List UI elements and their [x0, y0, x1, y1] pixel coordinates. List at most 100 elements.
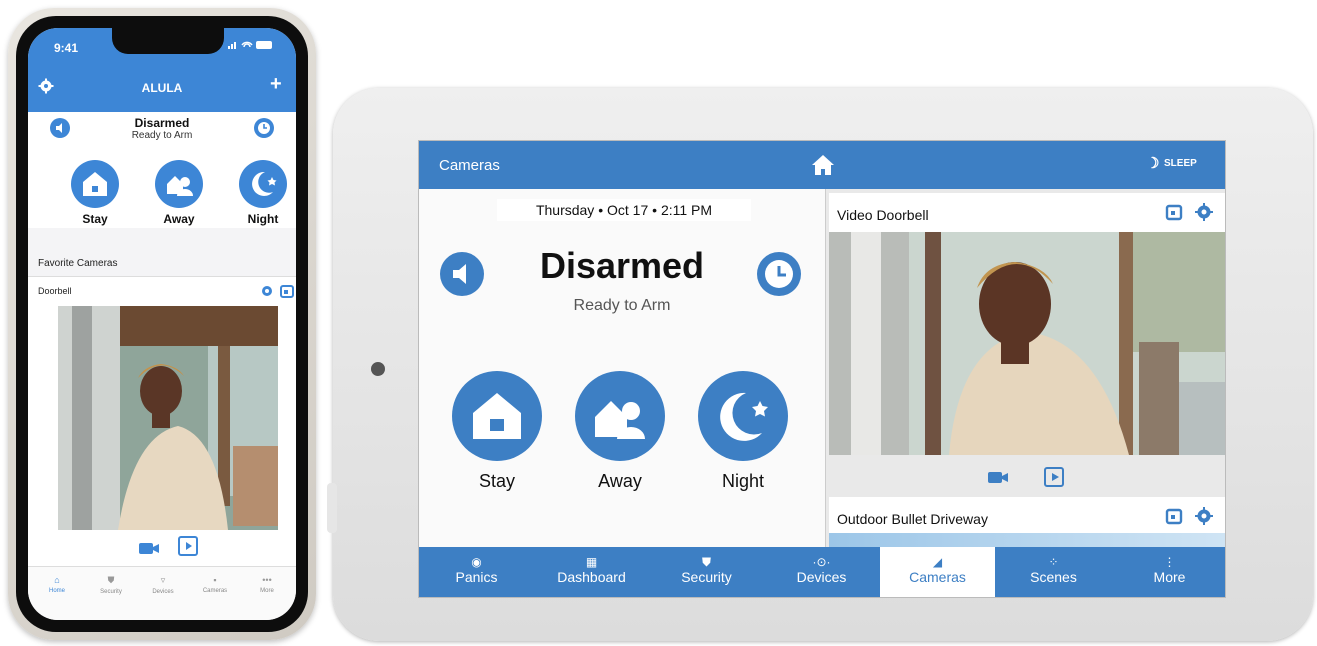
arm-substatus: Ready to Arm: [573, 297, 671, 314]
nav-security[interactable]: ⛊ Security: [649, 547, 764, 597]
away-users-icon: [595, 401, 645, 439]
device-icon: ▿: [160, 575, 166, 585]
nav-scenes-label: Scenes: [1030, 569, 1077, 585]
front-camera-lens: [371, 362, 385, 376]
more-dots-icon: •••: [262, 575, 272, 585]
date-clock: 2:11 PM: [660, 202, 713, 218]
home-icon[interactable]: [811, 153, 835, 177]
date-separator: •: [652, 202, 658, 218]
dashboard-icon: ▦: [585, 555, 598, 569]
camera-settings-gear-icon[interactable]: [1195, 203, 1213, 221]
camera-name: Outdoor Bullet Driveway: [837, 511, 988, 527]
moon-star-icon: [252, 171, 277, 196]
night-label: Night: [721, 471, 765, 491]
tablet-panel-device: Cameras ☽ SLEEP Thursday • Oct 17 • 2:11…: [327, 88, 1313, 641]
tab-security[interactable]: ⛊ Security: [88, 575, 134, 595]
night-mode-button[interactable]: [698, 371, 788, 461]
nav-devices-label: Devices: [796, 569, 847, 585]
tab-devices[interactable]: ▿ Devices: [140, 575, 186, 595]
smartphone-device: 9:41 ALULA + Disarmed Ready to Arm Stay …: [8, 8, 316, 640]
date-separator: •: [598, 202, 604, 218]
phone-arm-status: Disarmed: [134, 116, 190, 130]
arm-panel: [419, 189, 825, 547]
tab-security-label: Security: [100, 589, 122, 595]
phone-screen: 9:41 ALULA + Disarmed Ready to Arm Stay …: [28, 28, 296, 620]
shield-icon: ⛊: [107, 575, 115, 585]
phone-status-time: 9:41: [54, 41, 79, 55]
bottom-navigation: ◉ Panics ▦ Dashboard ⛊ Security ·⊙· Devices …: [419, 547, 1225, 597]
panic-icon: ◉: [471, 555, 482, 569]
camera-settings-gear-icon[interactable]: [1195, 507, 1213, 525]
arm-status: Disarmed: [539, 245, 705, 286]
home-icon: [83, 172, 107, 196]
shield-icon: ⛊: [701, 555, 711, 569]
stay-label: Stay: [478, 471, 516, 491]
home-icon: [473, 393, 521, 439]
calendar-icon[interactable]: [280, 284, 294, 298]
moon-icon[interactable]: ☽: [1146, 154, 1159, 172]
nav-devices[interactable]: ·⊙· Devices: [764, 547, 879, 597]
away-label: Away: [598, 471, 642, 491]
tab-more-label: More: [260, 588, 274, 594]
phone-notch: [112, 28, 224, 54]
tab-home-label: Home: [48, 588, 65, 594]
live-video-icon[interactable]: [987, 469, 1009, 485]
phone-tab-bar: ⌂ Home ⛊ Security ▿ Devices ▪ Cameras ••• Mor…: [28, 566, 296, 620]
favorite-cameras-heading: Favorite Cameras: [28, 254, 296, 276]
calendar-icon[interactable]: [1165, 507, 1183, 525]
away-users-icon: [167, 176, 193, 196]
signal-wifi-battery-icon: [228, 41, 272, 49]
phone-camera-name: Doorbell: [38, 286, 72, 296]
more-icon: ⋮: [1163, 555, 1176, 569]
nav-panics[interactable]: ◉ Panics: [419, 547, 534, 597]
away-label: Away: [163, 212, 195, 226]
camera-icon: ◢: [932, 555, 943, 569]
stay-label: Stay: [82, 212, 108, 226]
side-button: [327, 483, 337, 533]
sleep-button[interactable]: SLEEP: [1164, 158, 1197, 169]
away-mode-button[interactable]: [155, 160, 203, 208]
nav-scenes[interactable]: ⁘ Scenes: [996, 547, 1111, 597]
live-video-icon[interactable]: [138, 540, 160, 556]
recordings-playback-icon[interactable]: [178, 536, 198, 556]
tab-devices-label: Devices: [152, 589, 174, 595]
add-plus-icon[interactable]: +: [270, 73, 282, 96]
home-icon: ⌂: [54, 575, 60, 585]
doorbell-camera-feed[interactable]: [58, 306, 278, 530]
recordings-playback-icon[interactable]: [1043, 466, 1065, 488]
phone-app-title: ALULA: [141, 81, 183, 95]
phone-status-icons: [228, 40, 274, 53]
date-weekday: Thursday: [535, 202, 595, 218]
favorite-cameras-label: Favorite Cameras: [38, 258, 118, 269]
tab-cameras-label: Cameras: [202, 588, 228, 594]
camera-icon: ▪: [213, 575, 217, 585]
nav-dashboard-label: Dashboard: [557, 569, 626, 585]
tablet-screen: Cameras ☽ SLEEP Thursday • Oct 17 • 2:11…: [418, 140, 1226, 598]
tablet-page-title: Cameras: [439, 157, 500, 174]
moon-star-icon: [720, 392, 768, 441]
date-day: Oct 17: [607, 202, 649, 218]
nav-panics-label: Panics: [455, 569, 498, 585]
nav-more[interactable]: ⋮ More: [1112, 547, 1225, 597]
scenes-icon: ⁘: [1048, 555, 1059, 569]
away-mode-button[interactable]: [575, 371, 665, 461]
driveway-camera-feed-preview[interactable]: [829, 533, 1225, 547]
device-icon: ·⊙·: [812, 555, 831, 569]
camera-settings-gear-icon[interactable]: [260, 284, 274, 298]
video-doorbell-feed[interactable]: [829, 232, 1225, 455]
camera-name: Video Doorbell: [837, 207, 929, 223]
tab-home[interactable]: ⌂ Home: [34, 575, 80, 594]
night-mode-button[interactable]: [239, 160, 287, 208]
nav-dashboard[interactable]: ▦ Dashboard: [534, 547, 649, 597]
nav-cameras[interactable]: ◢ Cameras: [880, 547, 995, 597]
stay-mode-button[interactable]: [71, 160, 119, 208]
nav-security-label: Security: [681, 569, 732, 585]
night-label: Night: [247, 212, 279, 226]
tab-more[interactable]: ••• More: [244, 575, 290, 594]
stay-mode-button[interactable]: [452, 371, 542, 461]
tab-cameras[interactable]: ▪ Cameras: [192, 575, 238, 594]
phone-bezel: 9:41 ALULA + Disarmed Ready to Arm Stay …: [16, 16, 308, 632]
nav-more-label: More: [1153, 569, 1186, 585]
phone-arm-substatus: Ready to Arm: [131, 130, 193, 141]
calendar-icon[interactable]: [1165, 203, 1183, 221]
